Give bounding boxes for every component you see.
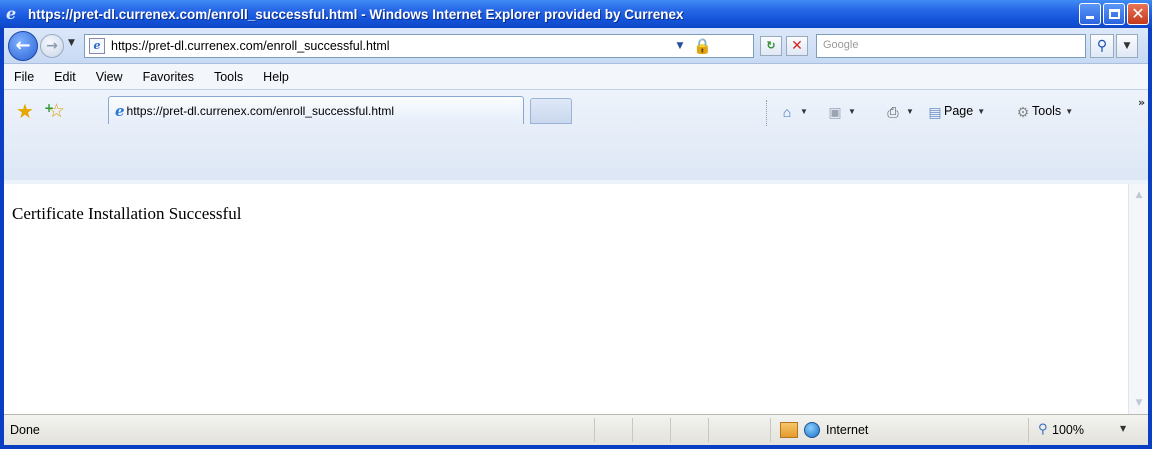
menu-file[interactable]: File: [14, 70, 34, 84]
security-zone-label[interactable]: Internet: [826, 423, 868, 437]
zoom-icon[interactable]: ⚲: [1038, 422, 1048, 437]
stop-icon: ✕: [791, 38, 803, 54]
address-bar[interactable]: e https://pret-dl.currenex.com/enroll_su…: [84, 34, 754, 58]
tools-menu-label: Tools: [1032, 104, 1062, 118]
forward-button[interactable]: →: [40, 34, 64, 58]
new-tab-button[interactable]: [530, 98, 572, 124]
ie-logo-icon: e: [6, 4, 17, 23]
minimize-button[interactable]: [1079, 3, 1101, 25]
forward-arrow-icon: →: [46, 38, 58, 54]
stop-button[interactable]: ✕: [786, 36, 808, 56]
maximize-button[interactable]: [1103, 3, 1125, 25]
page-icon: ▤: [928, 103, 942, 120]
recent-pages-dropdown[interactable]: ▼: [68, 38, 75, 48]
status-panel-divider: [632, 418, 633, 442]
scroll-up-icon[interactable]: ▲: [1132, 188, 1146, 202]
browser-chrome: ← → ▼ e https://pret-dl.currenex.com/enr…: [4, 28, 1148, 184]
status-panel-divider: [1028, 418, 1029, 442]
browser-window: e https://pret-dl.currenex.com/enroll_su…: [0, 0, 1152, 449]
home-button[interactable]: ⌂ ▼: [778, 100, 808, 122]
menu-bar: File Edit View Favorites Tools Help: [4, 64, 1148, 90]
search-icon: ⚲: [1096, 38, 1108, 54]
navigation-bar: ← → ▼ e https://pret-dl.currenex.com/enr…: [4, 28, 1148, 64]
window-title: https://pret-dl.currenex.com/enroll_succ…: [28, 6, 684, 22]
zoom-level[interactable]: 100%: [1052, 423, 1084, 437]
menu-help[interactable]: Help: [263, 70, 289, 84]
address-dropdown-icon[interactable]: ▼: [673, 39, 687, 53]
refresh-button[interactable]: ↻: [760, 36, 782, 56]
close-button[interactable]: ✕: [1127, 3, 1149, 25]
page-content: Certificate Installation Successful: [4, 184, 1128, 414]
gear-icon: ⚙: [1016, 103, 1030, 120]
tools-menu-button[interactable]: ⚙ Tools ▼: [1014, 100, 1073, 122]
print-button[interactable]: ⎙ ▼: [884, 100, 914, 122]
favorites-star-icon[interactable]: ★: [16, 100, 38, 122]
search-input[interactable]: Google: [816, 34, 1086, 58]
close-icon: ✕: [1131, 4, 1145, 23]
lock-icon[interactable]: 🔒: [693, 36, 712, 56]
menu-edit[interactable]: Edit: [54, 70, 76, 84]
print-dropdown-icon: ▼: [906, 106, 914, 116]
search-options-dropdown[interactable]: ▼: [1116, 34, 1138, 58]
protected-mode-icon[interactable]: [780, 422, 798, 438]
home-icon: ⌂: [782, 103, 792, 120]
feeds-icon: ▣: [828, 103, 842, 120]
minimize-icon: [1086, 16, 1094, 19]
tab-bar: ★ + ☆ e https://pret-dl.currenex.com/enro…: [4, 90, 1148, 180]
scroll-down-icon[interactable]: ▼: [1132, 396, 1146, 410]
feeds-dropdown-icon: ▼: [848, 106, 856, 116]
menu-tools[interactable]: Tools: [214, 70, 243, 84]
search-button[interactable]: ⚲: [1090, 34, 1114, 58]
back-arrow-icon: ←: [15, 35, 31, 56]
tools-dropdown-icon: ▼: [1065, 106, 1074, 116]
vertical-scrollbar[interactable]: ▲ ▼: [1128, 184, 1148, 414]
status-panel-divider: [770, 418, 771, 442]
status-panel-divider: [708, 418, 709, 442]
status-bar: Done Internet ⚲ 100% ▼: [4, 414, 1148, 445]
status-text: Done: [10, 423, 40, 437]
page-menu-button[interactable]: ▤ Page ▼: [926, 100, 985, 122]
page-dropdown-icon: ▼: [977, 106, 986, 116]
ie-tab-icon: e: [115, 101, 125, 120]
title-bar[interactable]: e https://pret-dl.currenex.com/enroll_su…: [0, 0, 1152, 28]
page-menu-label: Page: [944, 104, 974, 118]
home-dropdown-icon: ▼: [800, 106, 808, 116]
chevron-more-icon[interactable]: »: [1138, 96, 1145, 109]
page-icon: e: [89, 38, 105, 54]
window-controls: ✕: [1079, 3, 1149, 25]
refresh-icon: ↻: [766, 39, 776, 52]
menu-favorites[interactable]: Favorites: [143, 70, 194, 84]
feeds-button[interactable]: ▣ ▼: [826, 100, 856, 122]
status-panel-divider: [594, 418, 595, 442]
print-icon: ⎙: [887, 103, 899, 120]
command-bar-separator: [766, 100, 767, 126]
zoom-dropdown-icon[interactable]: ▼: [1120, 424, 1126, 433]
success-message: Certificate Installation Successful: [12, 204, 242, 223]
back-button[interactable]: ←: [8, 31, 38, 61]
add-favorites-button[interactable]: + ☆: [44, 100, 70, 122]
address-input[interactable]: https://pret-dl.currenex.com/enroll_succ…: [111, 39, 390, 53]
maximize-icon: [1109, 9, 1120, 19]
tab-label: https://pret-dl.currenex.com/enroll_succ…: [126, 103, 394, 118]
tab-current-page[interactable]: e https://pret-dl.currenex.com/enroll_su…: [108, 96, 524, 124]
menu-view[interactable]: View: [96, 70, 123, 84]
plus-icon: +: [44, 101, 55, 115]
status-panel-divider: [670, 418, 671, 442]
internet-zone-icon: [804, 422, 820, 438]
